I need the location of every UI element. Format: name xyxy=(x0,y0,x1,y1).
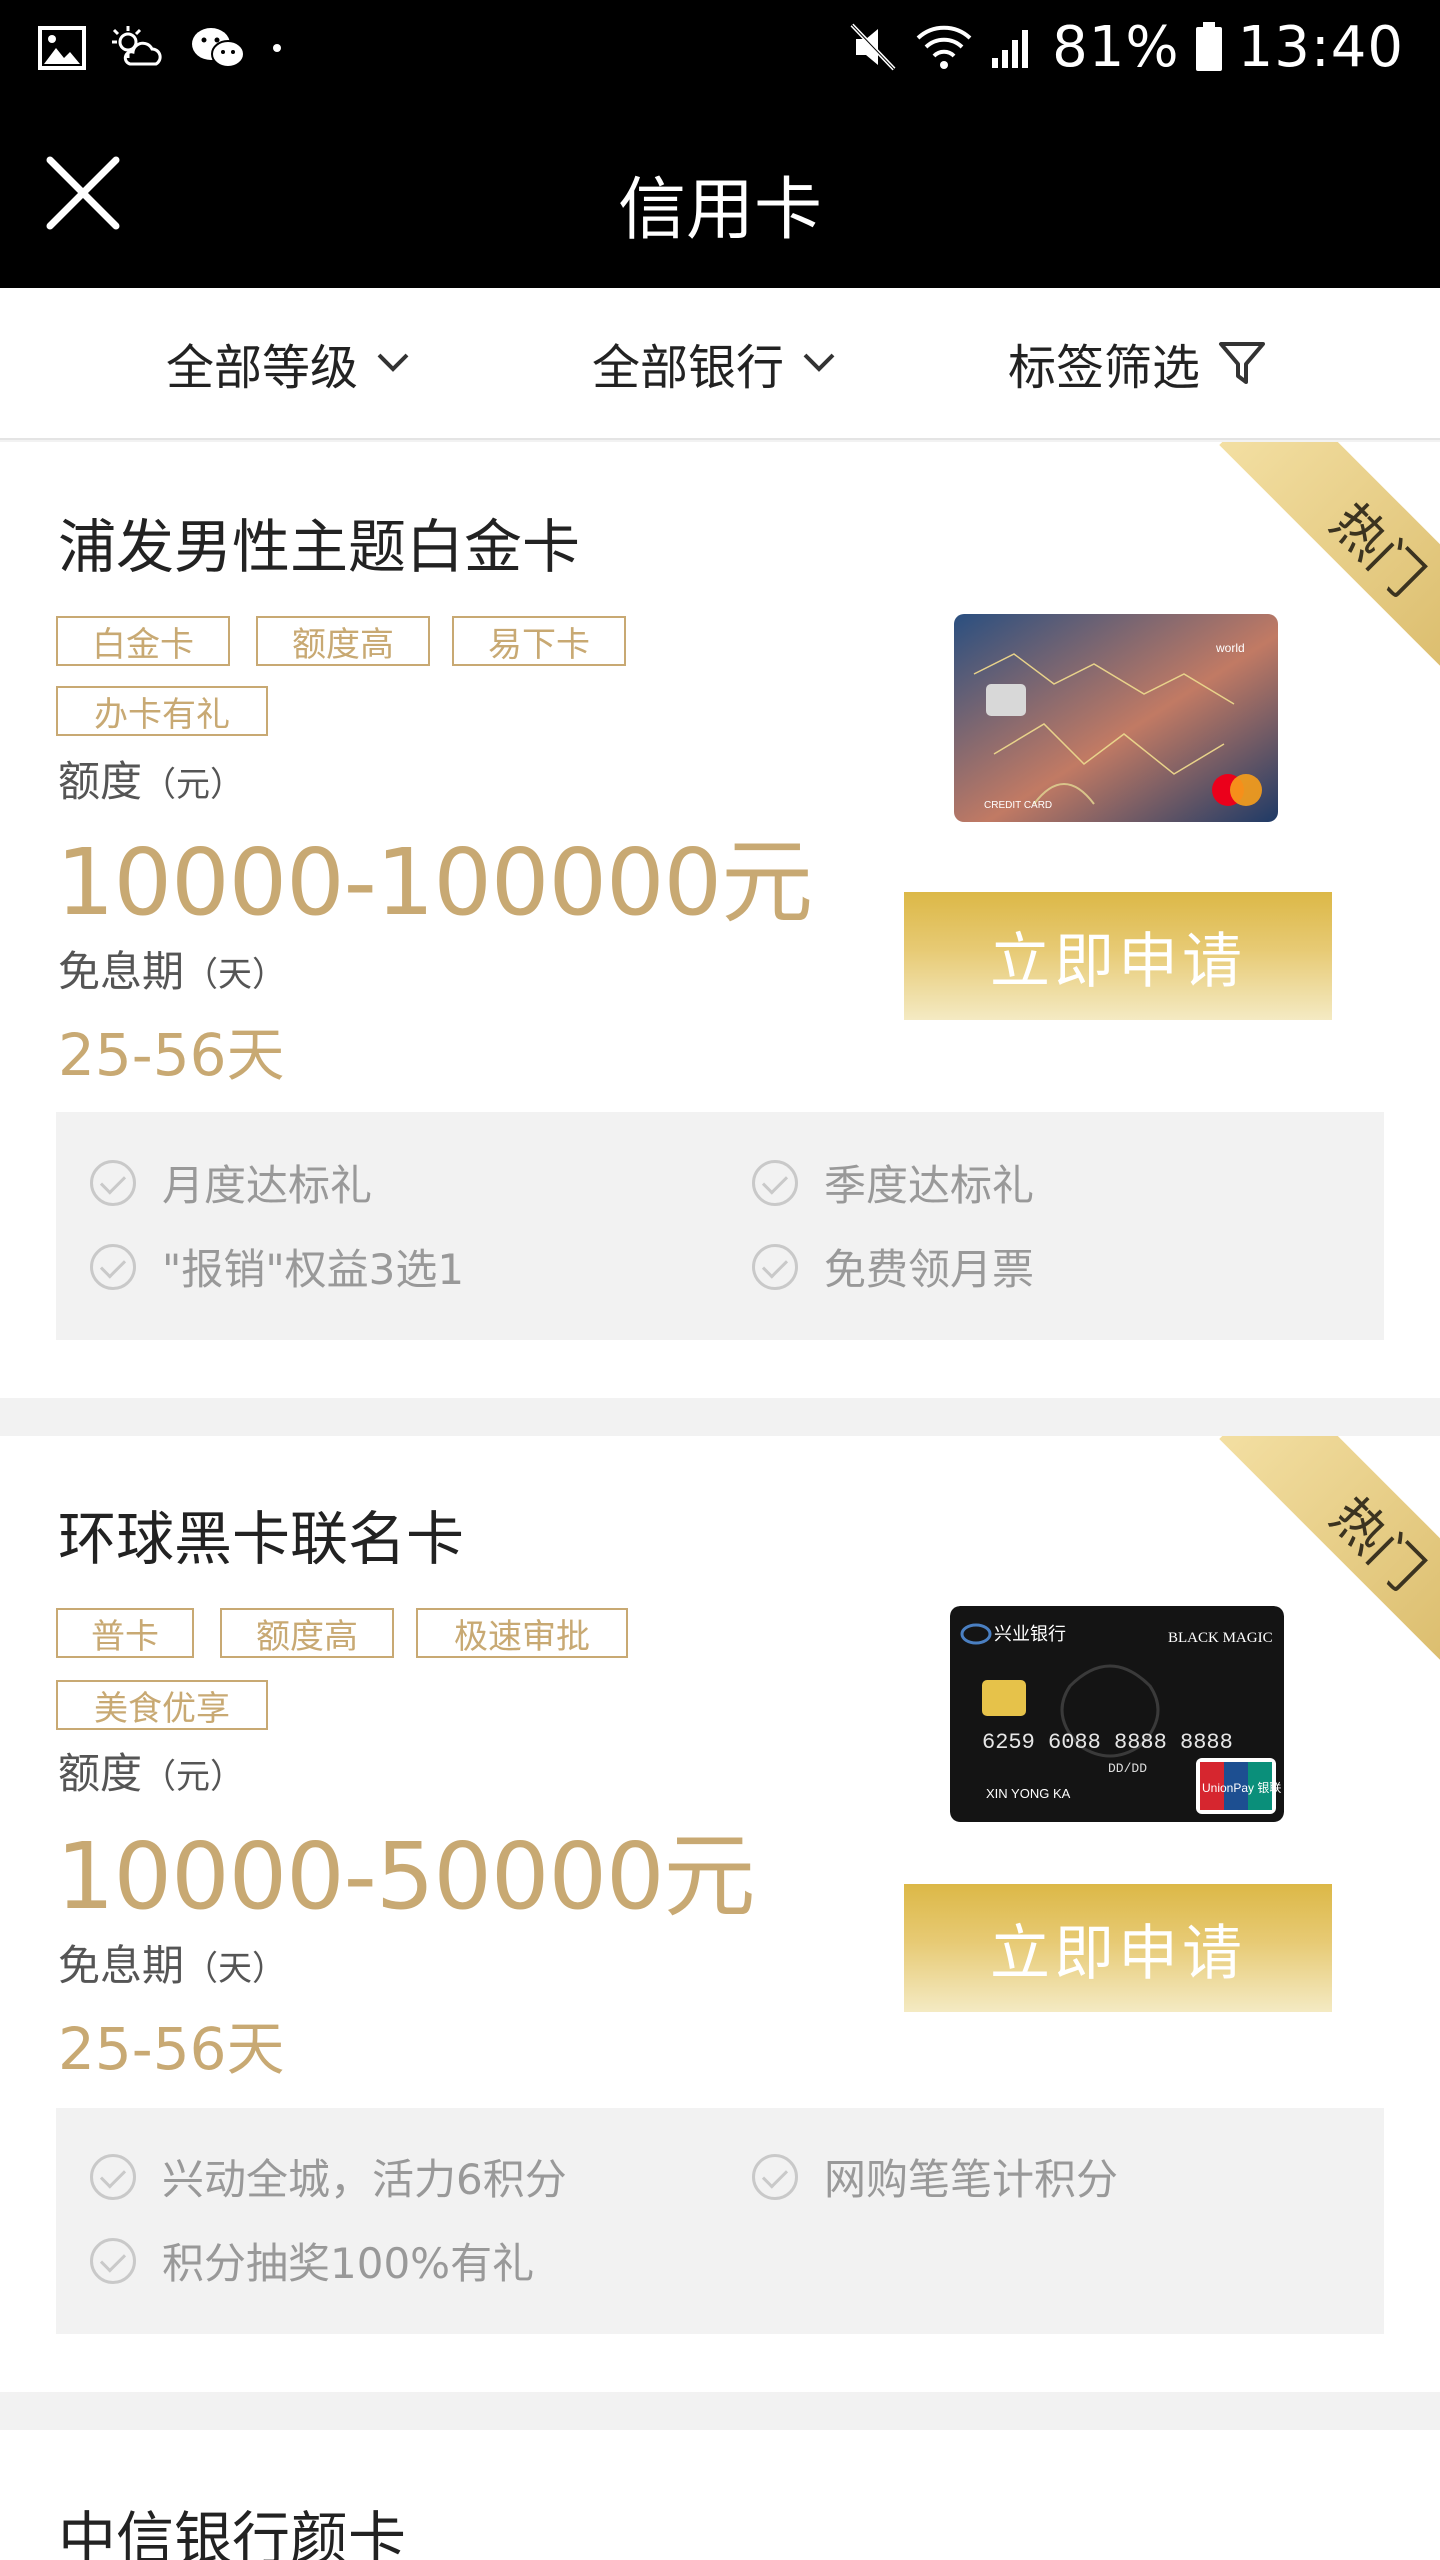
benefit-item: "报销"权益3选1 xyxy=(90,1236,464,1297)
dot-icon xyxy=(270,41,284,55)
check-icon xyxy=(752,2153,798,2200)
card-title: 浦发男性主题白金卡 xyxy=(58,513,581,581)
battery-icon xyxy=(1194,21,1224,73)
svg-text:BLACK MAGIC: BLACK MAGIC xyxy=(1168,1630,1273,1646)
check-icon xyxy=(90,2237,136,2284)
tag: 极速审批 xyxy=(416,1608,628,1658)
card-image: 兴业银行 BLACK MAGIC 6259 6088 8888 8888 DD/… xyxy=(950,1606,1284,1822)
weather-icon xyxy=(110,24,166,72)
svg-text:6259 6088 8888 8888: 6259 6088 8888 8888 xyxy=(982,1730,1233,1755)
chevron-down-icon xyxy=(803,353,835,372)
limit-value: 10000-100000元 xyxy=(56,829,813,936)
free-period-value: 25-56天 xyxy=(58,2015,285,2083)
benefit-item: 季度达标礼 xyxy=(752,1152,1034,1213)
svg-text:兴业银行: 兴业银行 xyxy=(994,1624,1066,1644)
wifi-icon xyxy=(914,22,974,72)
page-title: 信用卡 xyxy=(617,171,822,250)
chevron-down-icon xyxy=(377,353,409,372)
credit-card-item[interactable]: 中信银行颜卡 xyxy=(0,2430,1440,2560)
limit-value: 10000-50000元 xyxy=(56,1823,756,1930)
limit-label: 额度（元） xyxy=(58,757,245,806)
image-icon xyxy=(38,26,86,70)
check-icon xyxy=(90,1159,136,1206)
svg-text:XIN YONG KA: XIN YONG KA xyxy=(986,1786,1071,1801)
mute-icon xyxy=(848,21,900,73)
filter-bar: 全部等级 全部银行 标签筛选 xyxy=(0,288,1440,440)
tag: 易下卡 xyxy=(452,616,626,666)
tag: 额度高 xyxy=(256,616,430,666)
tag: 白金卡 xyxy=(56,616,230,666)
tag: 额度高 xyxy=(220,1608,394,1658)
card-title: 中信银行颜卡 xyxy=(58,2505,407,2560)
check-icon xyxy=(752,1159,798,1206)
benefit-item: 网购笔笔计积分 xyxy=(752,2146,1118,2207)
filter-bank-label: 全部银行 xyxy=(592,340,785,396)
benefit-item: 兴动全城，活力6积分 xyxy=(90,2146,567,2207)
benefit-item: 月度达标礼 xyxy=(90,1152,372,1213)
svg-text:UnionPay 银联: UnionPay 银联 xyxy=(1202,1781,1281,1795)
battery-percent: 81% xyxy=(1052,14,1180,80)
app-bar: 信用卡 xyxy=(0,96,1440,288)
signal-icon xyxy=(988,22,1038,72)
tag: 普卡 xyxy=(56,1608,194,1658)
status-bar: 81% 13:40 xyxy=(0,0,1440,96)
limit-label: 额度（元） xyxy=(58,1749,245,1798)
tag: 美食优享 xyxy=(56,1680,268,1730)
apply-button[interactable]: 立即申请 xyxy=(904,1884,1332,2012)
benefit-item: 免费领月票 xyxy=(752,1236,1034,1297)
svg-text:world: world xyxy=(1215,641,1245,655)
tag: 办卡有礼 xyxy=(56,686,268,736)
filter-icon xyxy=(1219,342,1266,384)
apply-button[interactable]: 立即申请 xyxy=(904,892,1332,1020)
card-image: world CREDIT CARD xyxy=(954,614,1278,822)
free-period-label: 免息期（天） xyxy=(58,947,287,996)
free-period-value: 25-56天 xyxy=(58,1021,285,1089)
check-icon xyxy=(90,1243,136,1290)
credit-card-item[interactable]: 热门 浦发男性主题白金卡 白金卡 额度高 易下卡 办卡有礼 额度（元） 1000… xyxy=(0,442,1440,1398)
filter-bank[interactable]: 全部银行 xyxy=(592,328,836,398)
card-title: 环球黑卡联名卡 xyxy=(58,1505,465,1573)
svg-text:CREDIT CARD: CREDIT CARD xyxy=(984,800,1052,811)
clock: 13:40 xyxy=(1237,14,1404,80)
svg-text:DD/DD: DD/DD xyxy=(1108,1761,1147,1776)
benefits-panel: 兴动全城，活力6积分 网购笔笔计积分 积分抽奖100%有礼 xyxy=(56,2108,1384,2334)
hot-badge-label: 热门 xyxy=(1319,492,1436,609)
filter-level[interactable]: 全部等级 xyxy=(166,328,410,398)
free-period-label: 免息期（天） xyxy=(58,1941,287,1990)
check-icon xyxy=(90,2153,136,2200)
benefits-panel: 月度达标礼 季度达标礼 "报销"权益3选1 免费领月票 xyxy=(56,1112,1384,1340)
wechat-icon xyxy=(190,24,246,72)
filter-tags[interactable]: 标签筛选 xyxy=(1008,328,1266,398)
hot-badge-label: 热门 xyxy=(1319,1486,1436,1603)
benefit-item: 积分抽奖100%有礼 xyxy=(90,2230,534,2291)
check-icon xyxy=(752,1243,798,1290)
filter-level-label: 全部等级 xyxy=(166,340,359,396)
filter-tags-label: 标签筛选 xyxy=(1008,340,1201,396)
credit-card-item[interactable]: 热门 环球黑卡联名卡 普卡 额度高 极速审批 美食优享 额度（元） 10000-… xyxy=(0,1436,1440,2392)
